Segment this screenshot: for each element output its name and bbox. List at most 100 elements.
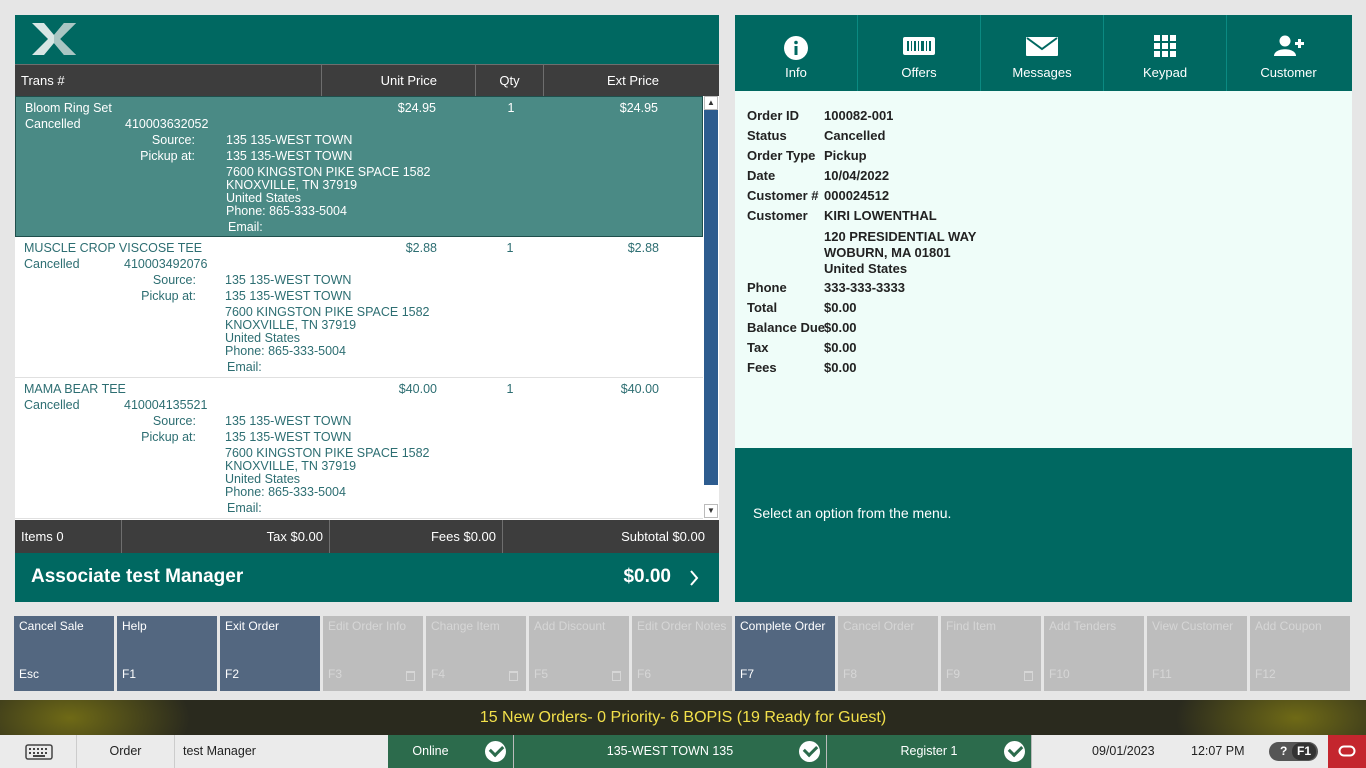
customer-address-country: United States <box>824 261 908 276</box>
totals-bar: Items 0 Tax $0.00 Fees $0.00 Subtotal $0… <box>15 520 719 553</box>
fkey-label: Edit Order Notes <box>637 619 727 633</box>
fkey-complete-order-button[interactable]: Complete Order F7 <box>735 616 835 691</box>
tab-label: Messages <box>1012 65 1072 80</box>
envelope-icon <box>1026 37 1058 56</box>
item-unit-price: $24.95 <box>397 101 436 115</box>
line-items-list: Bloom Ring Set Cancelled 410003632052 Sourc… <box>15 96 703 520</box>
item-ext-price: $2.88 <box>627 241 659 255</box>
fkey-shortcut: Esc <box>19 667 40 681</box>
pickup-label: Pickup at: <box>140 149 195 163</box>
help-button[interactable]: ? F1 <box>1269 742 1318 761</box>
associate-amount: $0.00 <box>623 566 671 587</box>
store-label: 135-WEST TOWN 135 <box>606 744 734 758</box>
item-status: Cancelled <box>24 398 80 412</box>
item-qty: 1 <box>507 101 515 115</box>
associate-bar[interactable]: Associate test Manager $0.00 <box>15 553 719 602</box>
orders-notification-banner[interactable]: 15 New Orders- 0 Priority- 6 BOPIS (19 R… <box>0 700 1366 735</box>
tax-label: Tax <box>747 340 769 355</box>
order-type-value: Pickup <box>824 148 867 163</box>
column-ext-price: Ext Price <box>606 73 659 88</box>
fkey-shortcut: F8 <box>843 667 858 681</box>
fkey-help-button[interactable]: Help F1 <box>117 616 217 691</box>
fkey-cancel-order-button[interactable]: Cancel Order F8 <box>838 616 938 691</box>
order-id-label: Order ID <box>747 108 800 123</box>
item-qty: 1 <box>506 382 514 396</box>
fkey-label: Find Item <box>946 619 997 633</box>
status-value: Cancelled <box>824 128 886 143</box>
source-store: 135 135-WEST TOWN <box>226 133 353 147</box>
item-unit-price: $40.00 <box>398 382 437 396</box>
scroll-thumb[interactable] <box>704 110 718 485</box>
fkey-add-tenders-button[interactable]: Add Tenders F10 <box>1044 616 1144 691</box>
pickup-store: 135 135-WEST TOWN <box>225 430 352 444</box>
date-label: Date <box>747 168 776 183</box>
keypad-icon <box>1154 35 1176 57</box>
items-count: Items 0 <box>15 520 122 553</box>
fkey-shortcut: F1 <box>122 667 137 681</box>
balance-due-label: Balance Due <box>747 320 826 335</box>
pickup-phone: Phone: 865-333-5004 <box>226 204 347 218</box>
total-value: $0.00 <box>824 300 857 315</box>
source-label: Source: <box>152 414 196 428</box>
total-label: Total <box>747 300 778 315</box>
fkey-shortcut: F6 <box>637 667 652 681</box>
tab-label: Keypad <box>1142 65 1188 80</box>
item-ext-price: $40.00 <box>620 382 659 396</box>
tab-label: Offers <box>901 65 937 80</box>
customer-number-value: 000024512 <box>824 188 890 203</box>
source-label: Source: <box>151 133 195 147</box>
online-check-icon <box>485 741 506 762</box>
fkey-edit-order-notes-button[interactable]: Edit Order Notes F6 <box>632 616 732 691</box>
fkey-add-coupon-button[interactable]: Add Coupon F12 <box>1250 616 1350 691</box>
register-status: Register 1 <box>827 735 1032 768</box>
tab-messages[interactable]: Messages <box>981 15 1104 91</box>
keyboard-icon <box>25 744 53 760</box>
fkey-shortcut: F10 <box>1049 667 1070 681</box>
column-qty: Qty <box>476 65 544 96</box>
fkey-label: View Customer <box>1152 619 1234 633</box>
online-status: Online <box>388 735 514 768</box>
register-label: Register 1 <box>900 744 958 758</box>
line-item-row[interactable]: MAMA BEAR TEE Cancelled 410004135521 Source… <box>15 378 703 519</box>
pickup-country: United States <box>226 191 302 205</box>
fkey-view-customer-button[interactable]: View Customer F11 <box>1147 616 1247 691</box>
fkey-change-item-button[interactable]: Change Item F4 <box>426 616 526 691</box>
pickup-email: Email: <box>227 360 262 374</box>
pickup-address-line2: KNOXVILLE, TN 37919 <box>226 178 358 192</box>
fkey-exit-order-button[interactable]: Exit Order F2 <box>220 616 320 691</box>
message-panel: Select an option from the menu. <box>735 448 1352 602</box>
fkey-label: Add Tenders <box>1049 619 1117 633</box>
tab-offers[interactable]: Offers <box>858 15 981 91</box>
fkey-edit-order-info-button[interactable]: Edit Order Info F3 <box>323 616 423 691</box>
phone-label: Phone <box>747 280 787 295</box>
scroll-down-icon[interactable]: ▼ <box>704 504 718 518</box>
status-label: Status <box>747 128 787 143</box>
fkey-label: Help <box>122 619 147 633</box>
source-label: Source: <box>152 273 196 287</box>
column-trans: Trans # <box>15 65 322 96</box>
tab-keypad[interactable]: Keypad <box>1104 15 1227 91</box>
trash-icon <box>1024 671 1033 681</box>
fkey-shortcut: F2 <box>225 667 240 681</box>
items-scrollbar[interactable]: ▲ ▼ <box>703 96 719 520</box>
line-item-row[interactable]: MUSCLE CROP VISCOSE TEE Cancelled 41000349… <box>15 237 703 378</box>
keyboard-button[interactable] <box>0 735 77 768</box>
fkey-add-discount-button[interactable]: Add Discount F5 <box>529 616 629 691</box>
line-item-row[interactable]: Bloom Ring Set Cancelled 410003632052 Sourc… <box>15 96 703 237</box>
fkey-shortcut: F9 <box>946 667 961 681</box>
brand-logo <box>32 23 76 55</box>
scroll-up-icon[interactable]: ▲ <box>704 96 718 110</box>
oracle-logo-icon <box>1338 745 1356 757</box>
date-value: 10/04/2022 <box>824 168 890 183</box>
tab-info[interactable]: Info <box>735 15 858 91</box>
tab-customer[interactable]: Customer <box>1227 15 1350 91</box>
item-status: Cancelled <box>24 257 80 271</box>
tab-label: Customer <box>1260 65 1317 80</box>
fkey-cancel-sale-button[interactable]: Cancel Sale Esc <box>14 616 114 691</box>
chevron-right-icon[interactable] <box>689 570 699 586</box>
fkey-find-item-button[interactable]: Find Item F9 <box>941 616 1041 691</box>
trans-number: 410003632052 <box>125 117 209 131</box>
pickup-store: 135 135-WEST TOWN <box>226 149 353 163</box>
tax-total: Tax $0.00 <box>122 520 330 553</box>
oracle-button[interactable] <box>1328 735 1366 768</box>
